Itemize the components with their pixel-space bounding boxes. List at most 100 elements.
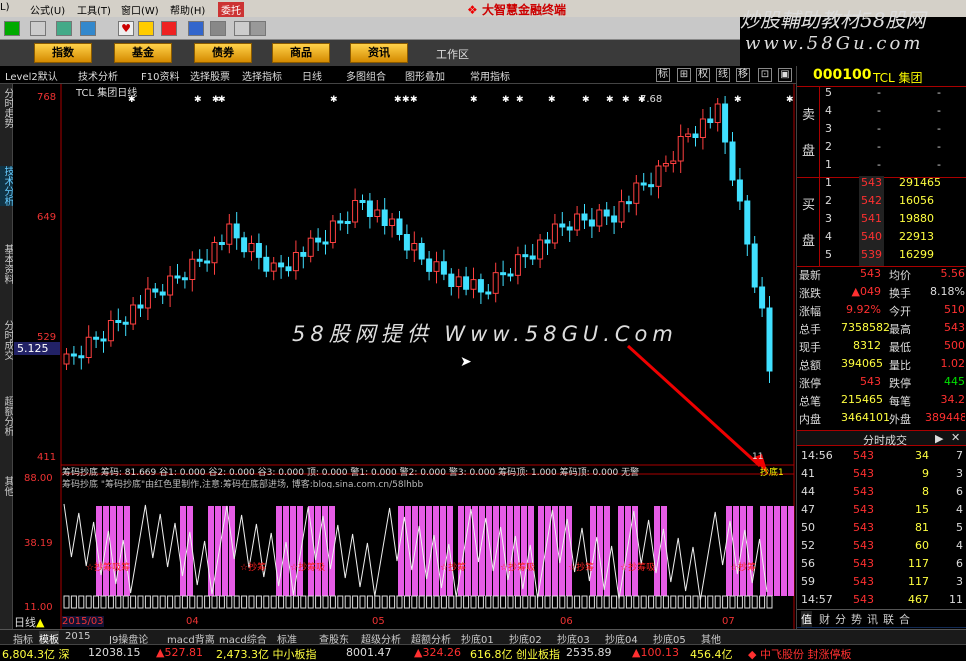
flag-icon[interactable] (4, 21, 20, 36)
candle-body (241, 237, 248, 253)
candle-body (440, 261, 447, 275)
right-tab-split[interactable]: 分 (835, 611, 846, 627)
workspace-label[interactable]: 工作区 (436, 46, 469, 62)
toolbar-square-move[interactable]: 移 (736, 68, 750, 82)
select-indicator-button[interactable]: 选择指标 (242, 68, 282, 83)
tick-row[interactable]: 52 543 60 4 (797, 538, 966, 556)
signal-star-icon: ✱ (330, 95, 338, 105)
diamond-icon[interactable] (138, 21, 154, 36)
close-icon[interactable]: ▶ (935, 432, 943, 445)
close-icon[interactable]: ✕ (951, 431, 960, 444)
sell-level-price[interactable]: - (877, 122, 881, 140)
right-tab-trend[interactable]: 势 (851, 611, 862, 627)
common-indicator-dropdown[interactable]: 常用指标 (470, 68, 510, 83)
right-tab-link[interactable]: 联 (883, 611, 894, 627)
toolbar-square-line[interactable]: 线 (716, 68, 730, 82)
tick-count: 6 (956, 557, 963, 570)
menu-item-formula[interactable]: 公式(U) (30, 2, 65, 17)
multi-chart-dropdown[interactable]: 多图组合 (346, 68, 386, 83)
tick-row[interactable]: 44 543 8 6 (797, 484, 966, 502)
toolbar-square-mark[interactable]: 标 (656, 68, 670, 82)
candle-body (559, 223, 566, 228)
tick-row[interactable]: 59 543 117 3 (797, 574, 966, 592)
watermark-overlay: 58股网提供 Www.58GU.Com (292, 322, 678, 346)
quote-value: 7358582 (841, 321, 890, 334)
nav-button-fund[interactable]: 基金 (114, 43, 172, 63)
menu-item-tools[interactable]: 工具(T) (77, 2, 111, 17)
overlay-dropdown[interactable]: 图形叠加 (405, 68, 445, 83)
candle-body (403, 234, 410, 251)
tech-analysis-dropdown[interactable]: 技术分析 (78, 68, 118, 83)
globe-icon[interactable] (188, 21, 204, 36)
toolbar-square-right[interactable]: 权 (696, 68, 710, 82)
grid-icon[interactable] (30, 21, 46, 36)
period-dropdown[interactable]: 日线 (302, 68, 322, 83)
people-icon[interactable] (56, 21, 72, 36)
candle-body (278, 262, 285, 268)
buy-level-price[interactable]: 541 (859, 212, 884, 230)
nav-button-bond[interactable]: 债券 (194, 43, 252, 63)
indicator-bar (767, 506, 773, 596)
tick-price: 543 (853, 557, 874, 570)
layout-icon[interactable] (234, 21, 250, 36)
menu-item-order[interactable]: 委托 (218, 2, 244, 17)
right-tab-combo[interactable]: 合 (899, 611, 910, 627)
candle-body (226, 223, 233, 245)
signal-star-icon: ✱ (622, 95, 630, 105)
right-tab-finance[interactable]: 财 (819, 611, 830, 627)
ticks-title[interactable]: 分时成交 (863, 432, 907, 448)
candle-body (233, 223, 240, 239)
tick-count: 4 (956, 539, 963, 552)
indicator-header: 筹码抄底 筹码: 81.669 谷1: 0.000 谷2: 0.000 谷3: … (62, 468, 640, 477)
candle-body (418, 243, 425, 260)
nav-button-index[interactable]: 指数 (34, 43, 92, 63)
watermark-url: www.58Gu.com (745, 33, 924, 54)
tick-row[interactable]: 14:57 543 467 11 (797, 592, 966, 610)
right-tab-value[interactable]: 值 (801, 611, 812, 627)
sell-level-price[interactable]: - (877, 104, 881, 122)
tick-row[interactable]: 14:56 543 34 7 (797, 448, 966, 466)
nav-button-news[interactable]: 资讯 (350, 43, 408, 63)
menu-item-help[interactable]: 帮助(H) (170, 2, 205, 17)
indicator-bar (329, 506, 335, 596)
status-item: ▲527.81 (156, 646, 203, 659)
candle-body (322, 241, 329, 245)
level2-dropdown[interactable]: Level2默认 (5, 68, 58, 83)
sell-level-price[interactable]: - (877, 158, 881, 176)
right-tab-news[interactable]: 讯 (867, 611, 878, 627)
toolbar-square-grid[interactable]: ⊞ (677, 68, 691, 82)
buy-level-price[interactable]: 539 (859, 248, 884, 266)
tick-row[interactable]: 47 543 15 4 (797, 502, 966, 520)
toolbar: ♥ (0, 17, 740, 40)
disk-icon[interactable] (210, 21, 226, 36)
candle-body (677, 136, 684, 162)
buy-level-price[interactable]: 540 (859, 230, 884, 248)
select-stock-button[interactable]: 选择股票 (190, 68, 230, 83)
tick-row[interactable]: 56 543 117 6 (797, 556, 966, 574)
sell-level-price[interactable]: - (877, 140, 881, 158)
kline-chart[interactable]: ✱ ✱ ✱✱ ✱ ✱ ✱ ✱ ✱ ✱ ✱ ✱ ✱ ✱ ✱ ✱ ✱ ✱ (0, 84, 796, 629)
signal-star-icon: ✱ (516, 95, 524, 105)
heart-icon[interactable]: ♥ (118, 21, 134, 36)
indicator-tab[interactable]: 2015 (65, 631, 90, 642)
tick-volume: 60 (915, 539, 929, 552)
indicator-bar (486, 506, 492, 596)
buy-level-price[interactable]: 542 (859, 194, 884, 212)
candle-body (625, 201, 632, 205)
menu-item-l[interactable]: L) (0, 2, 9, 13)
toolbar-square-box[interactable]: ⊡ (758, 68, 772, 82)
indicator-bar (493, 506, 499, 596)
indicator-bar (590, 506, 596, 596)
stop-icon[interactable] (161, 21, 177, 36)
status-item: 616.8亿 创业板指 (470, 648, 560, 661)
buy-level-price[interactable]: 543 (859, 176, 884, 194)
f10-button[interactable]: F10资料 (141, 68, 179, 83)
toolbar-square-full[interactable]: ▣ (778, 68, 792, 82)
sell-level-price[interactable]: - (877, 86, 881, 104)
tick-row[interactable]: 41 543 9 3 (797, 466, 966, 484)
chart-icon[interactable] (80, 21, 96, 36)
nav-button-commodity[interactable]: 商品 (272, 43, 330, 63)
tick-row[interactable]: 50 543 81 5 (797, 520, 966, 538)
window-icon[interactable] (250, 21, 266, 36)
menu-item-window[interactable]: 窗口(W) (121, 2, 159, 17)
